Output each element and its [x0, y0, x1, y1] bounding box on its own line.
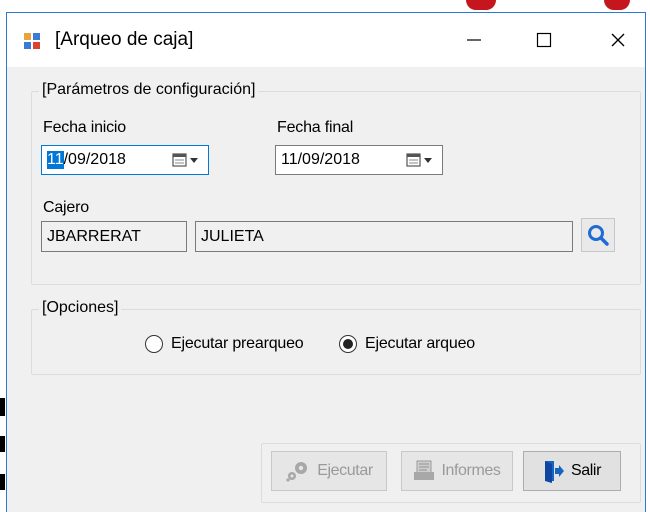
close-icon: [611, 33, 625, 47]
gears-icon: [286, 462, 308, 482]
calendar-dropdown-icon: [406, 153, 432, 167]
salir-label: Salir: [570, 462, 601, 479]
fecha-final-label: Fecha final: [277, 119, 354, 136]
prearqueo-radio[interactable]: [145, 335, 163, 353]
background-dark-mark: [0, 436, 5, 452]
prearqueo-option[interactable]: Ejecutar prearqueo: [145, 335, 304, 353]
ejecutar-button[interactable]: Ejecutar: [271, 451, 387, 491]
prearqueo-label: Ejecutar prearqueo: [171, 335, 304, 352]
options-group-title: [Opciones]: [39, 299, 122, 317]
fecha-inicio-label: Fecha inicio: [43, 119, 126, 136]
search-icon: [588, 225, 609, 246]
background-dark-mark: [0, 398, 5, 416]
fecha-final-value: 11/09/2018: [281, 151, 360, 168]
config-group-title: [Parámetros de configuración]: [39, 81, 259, 99]
cajero-name-field[interactable]: JULIETA: [195, 221, 573, 252]
cajero-label: Cajero: [43, 199, 89, 216]
window-title: [Arqueo de caja]: [55, 29, 194, 50]
fecha-final-picker[interactable]: 11/09/2018: [275, 145, 443, 175]
maximize-button[interactable]: [517, 13, 571, 67]
arqueo-option[interactable]: Ejecutar arqueo: [339, 335, 475, 353]
cajero-code-field[interactable]: JBARRERAT: [41, 221, 187, 252]
title-bar[interactable]: [Arqueo de caja]: [7, 13, 645, 67]
fecha-inicio-calendar-button[interactable]: [172, 147, 206, 173]
maximize-icon: [536, 32, 552, 48]
ejecutar-label: Ejecutar: [317, 462, 373, 479]
arqueo-window: [Arqueo de caja] [Parámetros de configur…: [6, 12, 646, 512]
minimize-icon: [467, 39, 481, 41]
background-red-shape: [604, 0, 630, 10]
informes-button[interactable]: Informes: [401, 451, 513, 491]
exit-door-icon: [544, 461, 564, 483]
calendar-dropdown-icon: [172, 153, 198, 167]
form-icon: [24, 33, 42, 49]
arqueo-label: Ejecutar arqueo: [365, 335, 475, 352]
arqueo-radio[interactable]: [339, 335, 357, 353]
minimize-button[interactable]: [447, 13, 501, 67]
salir-button[interactable]: Salir: [523, 451, 621, 491]
close-button[interactable]: [591, 13, 645, 67]
fecha-final-calendar-button[interactable]: [406, 147, 440, 173]
background-red-shape: [466, 0, 496, 10]
options-group: [31, 309, 641, 375]
fecha-inicio-value-rest: /09/2018: [63, 151, 126, 168]
background-dark-mark: [0, 474, 5, 490]
fecha-inicio-picker[interactable]: 11/09/2018: [41, 145, 209, 175]
informes-label: Informes: [441, 462, 501, 479]
fecha-inicio-day-selected[interactable]: 11: [47, 151, 64, 169]
search-cajero-button[interactable]: [581, 218, 615, 252]
report-icon: [414, 460, 435, 480]
